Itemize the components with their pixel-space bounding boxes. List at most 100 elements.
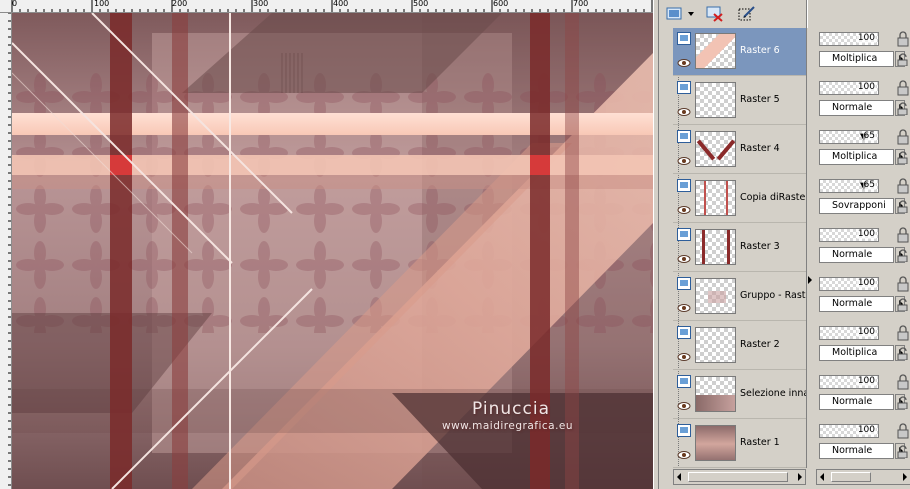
layer-properties-row: ▼65 Sovrapponi — [816, 175, 910, 223]
layer-list-hscrollbar[interactable] — [673, 469, 806, 485]
layer-type-icon[interactable] — [677, 32, 691, 45]
layer-row[interactable]: Raster 1 — [673, 420, 806, 468]
layer-type-icon[interactable] — [677, 424, 691, 437]
blend-mode-select[interactable]: Moltiplica — [819, 345, 894, 361]
blend-mode-select[interactable]: Moltiplica — [819, 51, 894, 67]
scroll-left-icon — [677, 473, 681, 481]
layer-name[interactable]: Raster 1 — [740, 437, 806, 448]
layer-thumbnail[interactable] — [695, 229, 736, 265]
layer-properties-row: 100 Moltiplica — [816, 322, 910, 370]
visibility-eye-icon[interactable] — [677, 254, 691, 264]
layer-thumbnail[interactable] — [695, 376, 736, 412]
layer-type-icon[interactable] — [677, 130, 691, 143]
layer-list-splitter[interactable] — [806, 28, 814, 468]
blend-mode-select[interactable]: Normale — [819, 100, 894, 116]
link-layer-icon[interactable] — [896, 101, 910, 115]
link-layer-icon[interactable] — [896, 199, 910, 213]
edit-layer-button[interactable] — [735, 3, 759, 25]
layer-type-icon[interactable] — [677, 228, 691, 241]
visibility-eye-icon[interactable] — [677, 107, 691, 117]
opacity-slider[interactable]: 100 — [819, 81, 879, 95]
new-layer-dropdown[interactable] — [687, 3, 695, 25]
blend-mode-select[interactable]: Sovrapponi — [819, 198, 894, 214]
layer-name[interactable]: Gruppo - Raster — [740, 290, 806, 301]
layer-row[interactable]: Raster 5 — [673, 77, 806, 125]
lock-transparency-icon[interactable] — [896, 374, 910, 390]
layer-row[interactable]: Raster 2 — [673, 322, 806, 370]
layer-name[interactable]: Raster 3 — [740, 241, 806, 252]
layers-palette: Raster 6 Raster 5 Raster 4 Copia diRaster Ra… — [658, 0, 910, 489]
layer-name[interactable]: Raster 2 — [740, 339, 806, 350]
link-layer-icon[interactable] — [896, 248, 910, 262]
opacity-slider[interactable]: ▼65 — [819, 130, 879, 144]
blend-mode-select[interactable]: Normale — [819, 394, 894, 410]
layer-thumbnail[interactable] — [695, 33, 736, 69]
lock-transparency-icon[interactable] — [896, 276, 910, 292]
link-layer-icon[interactable] — [896, 395, 910, 409]
layer-thumbnail[interactable] — [695, 131, 736, 167]
opacity-slider[interactable]: 100 — [819, 228, 879, 242]
opacity-slider[interactable]: ▼65 — [819, 179, 879, 193]
opacity-slider[interactable]: 100 — [819, 424, 879, 438]
opacity-slider[interactable]: 100 — [819, 32, 879, 46]
layer-thumbnail[interactable] — [695, 425, 736, 461]
lock-transparency-icon[interactable] — [896, 178, 910, 194]
lock-transparency-icon[interactable] — [896, 325, 910, 341]
lock-transparency-icon[interactable] — [896, 227, 910, 243]
scroll-thumb[interactable] — [831, 472, 871, 482]
visibility-eye-icon[interactable] — [677, 352, 691, 362]
layer-thumbnail[interactable] — [695, 278, 736, 314]
blend-mode-select[interactable]: Moltiplica — [819, 149, 894, 165]
layer-list: Raster 6 Raster 5 Raster 4 Copia diRaster Ra… — [673, 28, 806, 484]
opacity-value: 65 — [862, 131, 876, 141]
layer-properties-row: ▼65 Moltiplica — [816, 126, 910, 174]
layer-row[interactable]: Raster 6 — [673, 28, 806, 76]
link-layer-icon[interactable] — [896, 297, 910, 311]
lock-transparency-icon[interactable] — [896, 129, 910, 145]
layer-name[interactable]: Raster 4 — [740, 143, 806, 154]
link-layer-icon[interactable] — [896, 150, 910, 164]
new-layer-icon — [666, 7, 682, 20]
visibility-eye-icon[interactable] — [677, 205, 691, 215]
layer-row[interactable]: Copia diRaster — [673, 175, 806, 223]
layer-thumbnail[interactable] — [695, 180, 736, 216]
lock-transparency-icon[interactable] — [896, 423, 910, 439]
lock-transparency-icon[interactable] — [896, 31, 910, 47]
blend-mode-select[interactable]: Normale — [819, 443, 894, 459]
layer-type-icon[interactable] — [677, 81, 691, 94]
layer-thumbnail[interactable] — [695, 82, 736, 118]
layer-row[interactable]: Raster 4 — [673, 126, 806, 174]
layer-name[interactable]: Copia diRaster — [740, 192, 806, 203]
link-layer-icon[interactable] — [896, 52, 910, 66]
layer-name[interactable]: Raster 6 — [740, 45, 806, 56]
new-layer-button[interactable] — [663, 3, 687, 25]
visibility-eye-icon[interactable] — [677, 303, 691, 313]
canvas-artwork[interactable]: Pinuccia www.maidiregrafica.eu — [12, 13, 653, 489]
lock-transparency-icon[interactable] — [896, 80, 910, 96]
visibility-eye-icon[interactable] — [677, 58, 691, 68]
layer-row[interactable]: Raster 3 — [673, 224, 806, 272]
visibility-eye-icon[interactable] — [677, 401, 691, 411]
layer-type-icon[interactable] — [677, 277, 691, 290]
layer-row[interactable]: Gruppo - Raster — [673, 273, 806, 321]
opacity-slider[interactable]: 100 — [819, 326, 879, 340]
delete-layer-button[interactable] — [703, 3, 727, 25]
layer-type-icon[interactable] — [677, 179, 691, 192]
blend-mode-select[interactable]: Normale — [819, 247, 894, 263]
visibility-eye-icon[interactable] — [677, 450, 691, 460]
link-layer-icon[interactable] — [896, 444, 910, 458]
layer-thumbnail[interactable] — [695, 327, 736, 363]
opacity-slider[interactable]: 100 — [819, 277, 879, 291]
layer-properties-row: 100 Normale — [816, 420, 910, 468]
visibility-eye-icon[interactable] — [677, 156, 691, 166]
layer-row[interactable]: Selezione innalz — [673, 371, 806, 419]
link-layer-icon[interactable] — [896, 346, 910, 360]
layer-type-icon[interactable] — [677, 375, 691, 388]
properties-hscrollbar[interactable] — [816, 469, 910, 485]
scroll-thumb[interactable] — [688, 472, 788, 482]
blend-mode-select[interactable]: Normale — [819, 296, 894, 312]
layer-type-icon[interactable] — [677, 326, 691, 339]
layer-name[interactable]: Selezione innalz — [740, 388, 806, 399]
opacity-slider[interactable]: 100 — [819, 375, 879, 389]
layer-name[interactable]: Raster 5 — [740, 94, 806, 105]
